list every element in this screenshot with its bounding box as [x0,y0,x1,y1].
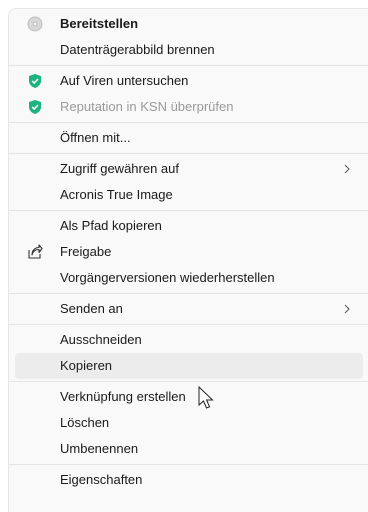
menu-item-label: Verknüpfung erstellen [60,389,186,404]
menu-item-create-shortcut[interactable]: Verknüpfung erstellen [15,384,363,410]
menu-group-clipboard: Ausschneiden Kopieren [9,325,368,381]
menu-group-access: Zugriff gewähren auf Acronis True Image [9,154,368,210]
menu-item-send-to[interactable]: Senden an [15,296,363,322]
menu-item-label: Senden an [60,301,123,316]
share-icon [28,244,43,259]
menu-item-label: Als Pfad kopieren [60,218,162,233]
menu-group-copy-path: Als Pfad kopieren Freigabe Vorgängervers… [9,211,368,293]
menu-item-label: Auf Viren untersuchen [60,73,189,88]
menu-group-open: Öffnen mit... [9,123,368,153]
menu-item-label: Eigenschaften [60,472,143,487]
menu-item-copy[interactable]: Kopieren [15,353,363,379]
menu-item-brennen[interactable]: Datenträgerabbild brennen [15,37,363,63]
menu-group-file-ops: Verknüpfung erstellen Löschen Umbenennen [9,382,368,464]
mouse-pointer-icon [198,386,214,409]
menu-item-label: Freigabe [60,244,112,259]
menu-item-bereitstellen[interactable]: Bereitstellen [15,11,363,37]
menu-item-share[interactable]: Freigabe [15,239,363,265]
menu-item-label: Datenträgerabbild brennen [60,42,215,57]
menu-item-properties[interactable]: Eigenschaften [15,467,363,493]
menu-item-label: Umbenennen [60,441,139,456]
menu-item-label: Ausschneiden [60,332,142,347]
menu-item-rename[interactable]: Umbenennen [15,436,363,462]
menu-item-delete[interactable]: Löschen [15,410,363,436]
menu-item-label: Öffnen mit... [60,130,131,145]
kaspersky-shield-icon [29,100,41,114]
kaspersky-shield-icon [29,74,41,88]
menu-item-label: Löschen [60,415,110,430]
menu-item-open-with[interactable]: Öffnen mit... [15,125,363,151]
chevron-right-icon [344,164,350,174]
menu-item-label: Acronis True Image [60,187,173,202]
menu-item-restore-versions[interactable]: Vorgängerversionen wiederherstellen [15,265,363,291]
menu-item-label: Vorgängerversionen wiederherstellen [60,270,275,285]
menu-item-label: Reputation in KSN überprüfen [60,99,234,114]
menu-item-ksn-reputation[interactable]: Reputation in KSN überprüfen [15,94,363,120]
menu-item-label: Zugriff gewähren auf [60,161,179,176]
context-menu: Bereitstellen Datenträgerabbild brennen … [8,8,368,512]
menu-item-grant-access[interactable]: Zugriff gewähren auf [15,156,363,182]
menu-item-label: Kopieren [60,358,113,373]
menu-group-kaspersky: Auf Viren untersuchen Reputation in KSN … [9,66,368,122]
menu-group-properties: Eigenschaften [9,465,368,495]
menu-group-send: Senden an [9,294,368,324]
menu-item-copy-as-path[interactable]: Als Pfad kopieren [15,213,363,239]
menu-item-label: Bereitstellen [60,16,139,31]
menu-item-scan-viruses[interactable]: Auf Viren untersuchen [15,68,363,94]
menu-group-mount: Bereitstellen Datenträgerabbild brennen [9,9,368,65]
disc-icon [27,16,43,32]
menu-item-cut[interactable]: Ausschneiden [15,327,363,353]
chevron-right-icon [344,304,350,314]
menu-item-acronis[interactable]: Acronis True Image [15,182,363,208]
